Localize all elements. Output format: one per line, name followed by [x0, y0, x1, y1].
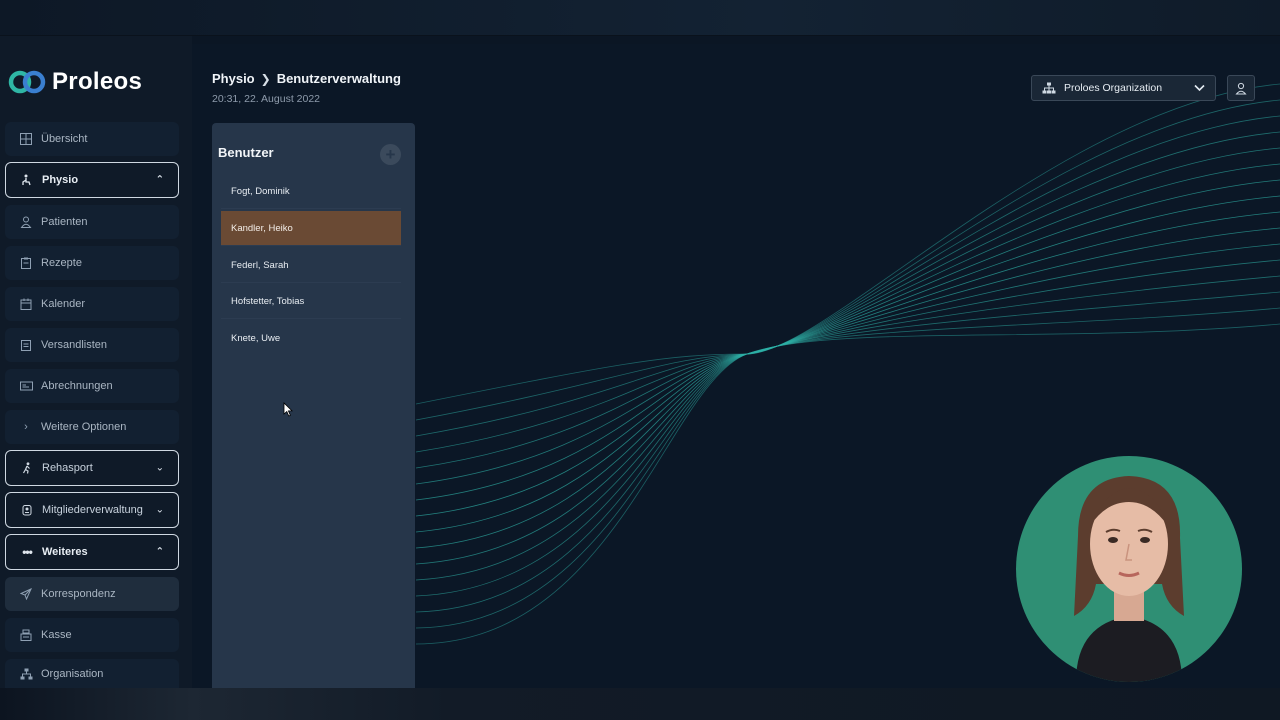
sidebar-item-label: Physio	[42, 174, 79, 186]
sidebar-item-uebersicht[interactable]: Übersicht	[5, 122, 179, 156]
mouse-cursor-icon	[283, 402, 293, 422]
background-line	[415, 115, 1280, 437]
sidebar-item-weitere-optionen[interactable]: › Weitere Optionen	[5, 410, 179, 444]
background-line	[415, 131, 1280, 453]
organization-select[interactable]: Proloes Organization	[1031, 75, 1216, 101]
sidebar-item-korrespondenz[interactable]: Korrespondenz	[5, 577, 179, 611]
grid-icon	[19, 132, 33, 146]
user-name: Kandler, Heiko	[231, 222, 293, 234]
breadcrumb-item-current: Benutzerverwaltung	[276, 71, 401, 86]
person-icon	[19, 215, 33, 229]
bottom-bar	[0, 688, 1280, 720]
members-icon	[20, 503, 34, 517]
dots-icon: •••	[22, 545, 33, 559]
calendar-icon	[19, 297, 33, 311]
user-icon	[1235, 82, 1247, 95]
sidebar-item-organisation[interactable]: Organisation	[5, 659, 179, 688]
user-list-item[interactable]: Knete, Uwe	[221, 321, 401, 356]
user-name: Knete, Uwe	[231, 333, 281, 344]
user-name: Fogt, Dominik	[231, 185, 290, 197]
chevron-up-icon: ⌃	[155, 174, 164, 186]
sidebar-item-rezepte[interactable]: Rezepte	[5, 246, 179, 280]
background-line	[415, 163, 1280, 485]
physio-icon	[20, 173, 34, 187]
org-icon	[19, 667, 33, 681]
sidebar-item-abrechnungen[interactable]: Abrechnungen	[5, 369, 179, 403]
sidebar-item-label: Patienten	[41, 216, 88, 228]
chevron-right-icon: ❯	[260, 71, 271, 86]
register-icon	[19, 628, 33, 642]
sidebar-item-versandlisten[interactable]: Versandlisten	[5, 328, 179, 362]
list-clipboard-icon	[19, 338, 33, 352]
organization-select-value: Proloes Organization	[1064, 82, 1163, 94]
sidebar-item-label: Weitere Optionen	[41, 421, 127, 433]
sidebar-section-rehasport[interactable]: Rehasport ⌄	[5, 450, 179, 486]
sidebar-item-kalender[interactable]: Kalender	[5, 287, 179, 321]
sidebar-section-physio[interactable]: Physio ⌃	[5, 162, 179, 198]
breadcrumb: Physio ❯ Benutzerverwaltung	[212, 71, 401, 86]
user-name: Federl, Sarah	[231, 259, 289, 271]
chevron-right-icon: ›	[24, 421, 28, 433]
user-list-item[interactable]: Federl, Sarah	[221, 248, 401, 283]
background-line	[415, 83, 1280, 405]
chevron-down-icon: ⌄	[155, 504, 164, 516]
sidebar-item-label: Abrechnungen	[41, 380, 113, 392]
sidebar-item-label: Korrespondenz	[41, 588, 116, 600]
send-icon	[19, 587, 33, 601]
chevron-down-icon: ⌄	[155, 462, 164, 474]
user-profile-button[interactable]	[1227, 75, 1255, 101]
org-icon	[1042, 82, 1056, 94]
app-name: Proleos	[52, 68, 143, 95]
logo-icon	[8, 70, 46, 94]
breadcrumb-item-physio[interactable]: Physio	[212, 71, 255, 86]
logo[interactable]: Proleos	[8, 68, 142, 96]
sidebar-item-label: Übersicht	[41, 133, 88, 145]
sidebar-item-label: Versandlisten	[41, 339, 108, 351]
sidebar-item-label: Kalender	[41, 298, 86, 310]
sidebar-item-patienten[interactable]: Patienten	[5, 205, 179, 239]
running-icon	[20, 461, 34, 475]
sidebar-item-label: Mitgliederverwaltung	[42, 504, 143, 516]
billing-icon	[19, 379, 33, 393]
presenter-image	[1074, 476, 1184, 682]
sidebar-item-label: Kasse	[41, 629, 72, 641]
date-time: 20:31, 22. August 2022	[212, 93, 321, 105]
background-line	[415, 147, 1280, 469]
user-list-item-selected[interactable]: Kandler, Heiko	[221, 211, 401, 246]
add-user-button[interactable]: +	[380, 144, 401, 165]
sidebar-item-label: Rehasport	[42, 462, 93, 474]
chevron-down-icon	[1194, 83, 1205, 95]
user-list-item[interactable]: Fogt, Dominik	[221, 174, 401, 209]
sidebar-item-kasse[interactable]: Kasse	[5, 618, 179, 652]
top-bar	[0, 0, 1280, 36]
chevron-up-icon: ⌃	[155, 546, 164, 558]
sidebar-item-label: Rezepte	[41, 257, 82, 269]
presenter-video-avatar	[1016, 456, 1242, 682]
users-panel: Benutzer + Fogt, Dominik Kandler, Heiko …	[212, 123, 415, 688]
sidebar-item-label: Weiteres	[42, 546, 88, 558]
sidebar-section-mitgliederverwaltung[interactable]: Mitgliederverwaltung ⌄	[5, 492, 179, 528]
sidebar-item-label: Organisation	[41, 667, 104, 680]
user-list-item[interactable]: Hofstetter, Tobias	[221, 284, 401, 319]
clipboard-icon	[19, 256, 33, 270]
users-panel-title: Benutzer	[218, 145, 274, 160]
background-line	[415, 99, 1280, 421]
user-name: Hofstetter, Tobias	[231, 295, 305, 307]
sidebar-section-weiteres[interactable]: ••• Weiteres ⌃	[5, 534, 179, 570]
